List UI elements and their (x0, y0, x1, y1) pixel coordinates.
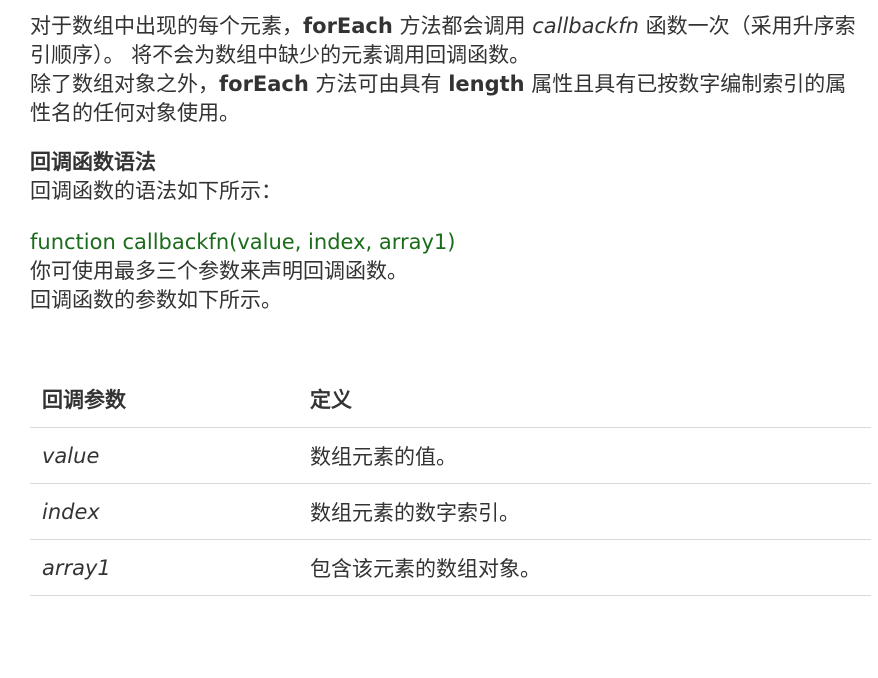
param-definition: 数组元素的数字索引。 (298, 483, 871, 540)
param-name: value (30, 427, 298, 484)
callback-params-table: 回调参数 定义 value 数组元素的值。 index 数组元素的数字索引。 a… (30, 371, 871, 596)
foreach-desc-text-1: 对于数组中出现的每个元素， (30, 14, 303, 38)
foreach-description: 对于数组中出现的每个元素，forEach 方法都会调用 callbackfn 函… (30, 12, 864, 70)
param-name: index (30, 483, 298, 540)
callback-syntax-heading: 回调函数语法 (30, 150, 156, 174)
table-row: value 数组元素的值。 (30, 427, 871, 484)
param-name: array1 (30, 539, 298, 596)
objects-note-text-1: 除了数组对象之外， (30, 72, 219, 96)
table-row: index 数组元素的数字索引。 (30, 483, 871, 540)
foreach-keyword: forEach (303, 14, 393, 38)
foreach-keyword-2: forEach (219, 72, 309, 96)
param-intro: 回调函数的参数如下所示。 (30, 288, 282, 312)
callbackfn-term: callbackfn (532, 14, 639, 38)
table-row: array1 包含该元素的数组对象。 (30, 539, 871, 596)
header-definition: 定义 (298, 371, 871, 428)
param-count-note: 你可使用最多三个参数来声明回调函数。 (30, 259, 408, 283)
objects-note-text-2: 方法可由具有 (308, 72, 449, 96)
header-callback-param: 回调参数 (30, 371, 298, 428)
table-header-row: 回调参数 定义 (30, 371, 871, 428)
param-definition: 包含该元素的数组对象。 (298, 539, 871, 596)
syntax-code: function callbackfn(value, index, array1… (30, 230, 456, 254)
document-body: 对于数组中出现的每个元素，forEach 方法都会调用 callbackfn 函… (0, 0, 878, 596)
foreach-desc-text-2: 方法都会调用 (392, 14, 533, 38)
foreach-objects-note: 除了数组对象之外，forEach 方法可由具有 length 属性且具有已按数字… (30, 70, 864, 128)
param-definition: 数组元素的值。 (298, 427, 871, 484)
length-keyword: length (448, 72, 525, 96)
syntax-intro: 回调函数的语法如下所示： (30, 179, 282, 203)
